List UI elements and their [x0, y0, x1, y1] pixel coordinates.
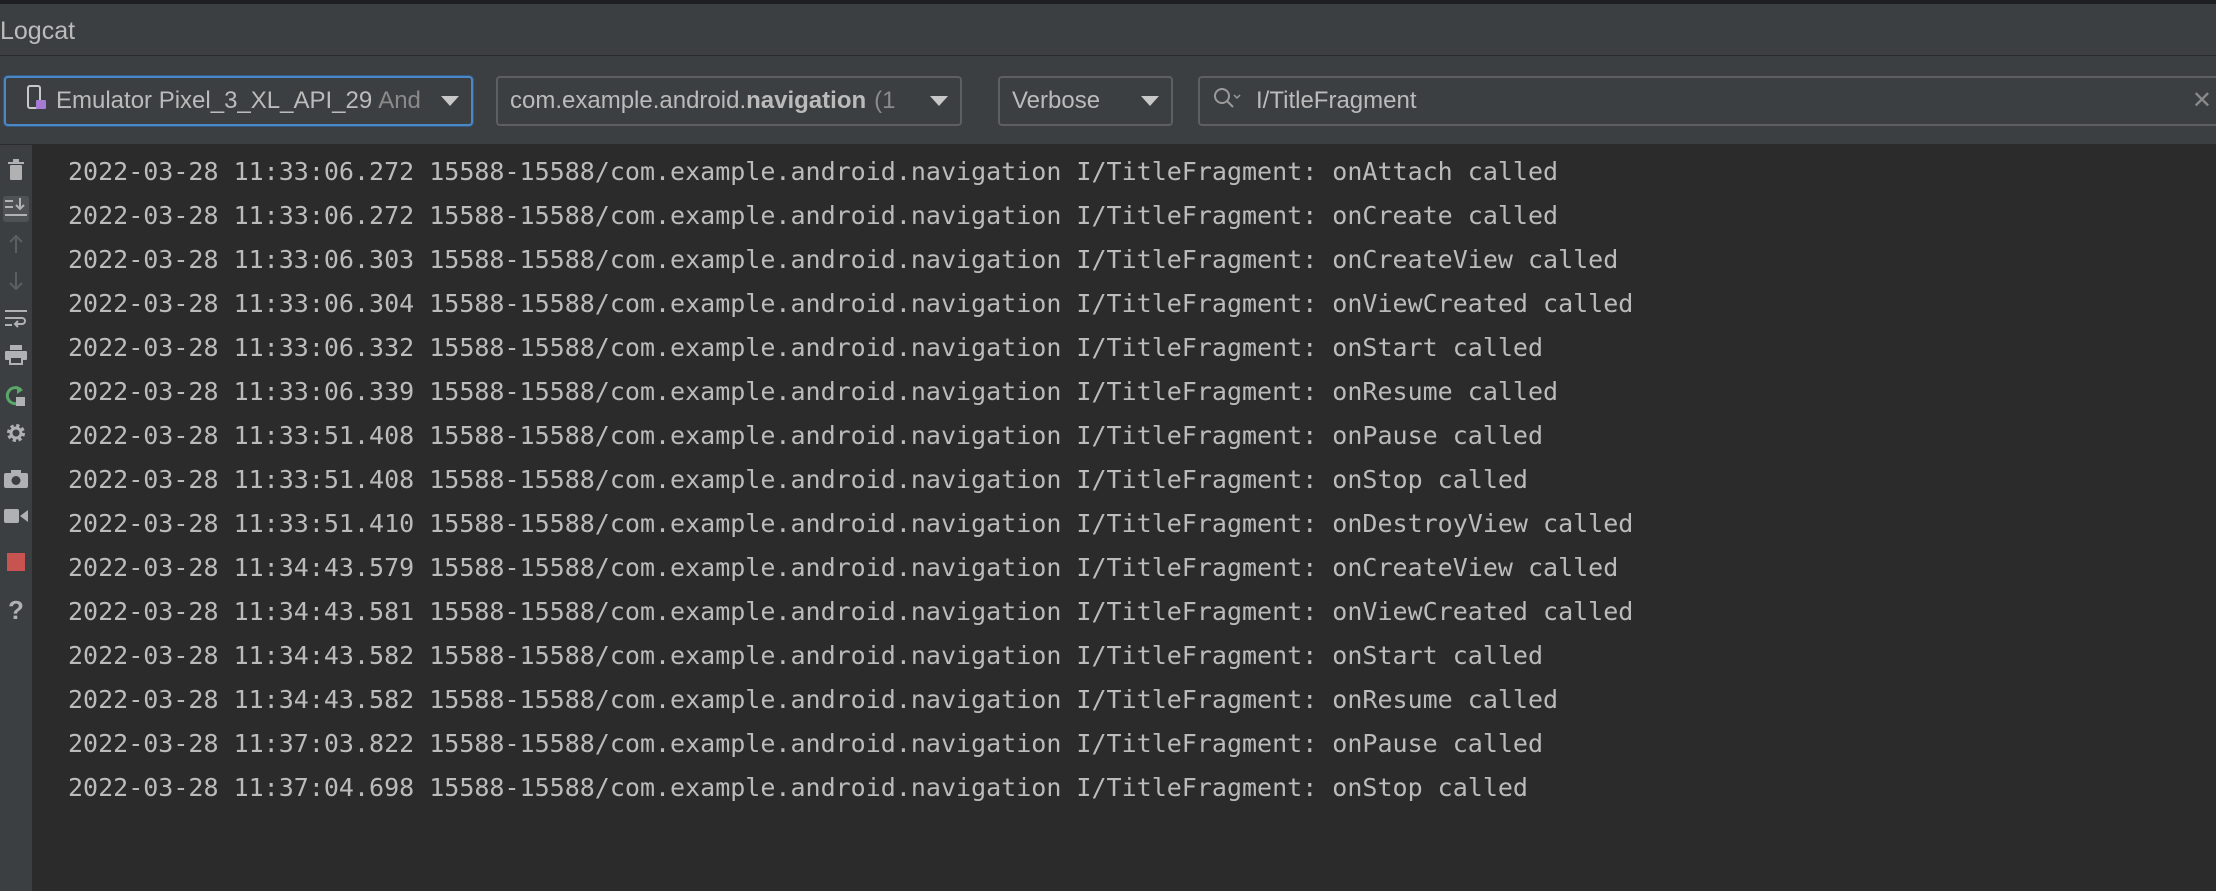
device-name: Emulator Pixel_3_XL_API_29 [56, 87, 373, 114]
screen-capture-button[interactable] [3, 468, 29, 494]
log-line: 2022-03-28 11:33:51.408 15588-15588/com.… [68, 465, 1528, 494]
log-line: 2022-03-28 11:33:51.408 15588-15588/com.… [68, 421, 1544, 450]
stop-button[interactable] [3, 551, 29, 577]
log-line: 2022-03-28 11:34:43.579 15588-15588/com.… [68, 553, 1619, 582]
device-suffix: And [378, 87, 421, 114]
log-level-value: Verbose [1012, 87, 1101, 114]
scroll-to-end-button[interactable] [3, 196, 29, 222]
video-camera-icon [4, 507, 28, 530]
print-icon [5, 344, 27, 370]
log-line: 2022-03-28 11:37:04.698 15588-15588/com.… [68, 773, 1528, 802]
soft-wrap-button[interactable] [3, 307, 29, 333]
trash-icon [6, 158, 26, 186]
panel-title: Logcat [0, 17, 76, 45]
log-line: 2022-03-28 11:34:43.582 15588-15588/com.… [68, 685, 1559, 714]
screen-record-button[interactable] [3, 505, 29, 531]
log-line: 2022-03-28 11:33:06.332 15588-15588/com.… [68, 333, 1544, 362]
logcat-title-bar: Logcat [0, 5, 2216, 56]
log-line: 2022-03-28 11:33:06.272 15588-15588/com.… [68, 201, 1559, 230]
logcat-toolbar: Emulator Pixel_3_XL_API_29 And com.examp… [0, 56, 2216, 145]
log-level-selector[interactable]: Verbose [998, 76, 1173, 126]
chevron-down-icon [1141, 96, 1159, 106]
log-line: 2022-03-28 11:33:06.303 15588-15588/com.… [68, 245, 1619, 274]
logcat-side-toolbar: ? [0, 145, 33, 891]
settings-button[interactable] [3, 422, 29, 448]
log-line: 2022-03-28 11:33:51.410 15588-15588/com.… [68, 509, 1634, 538]
print-button[interactable] [3, 344, 29, 370]
chevron-down-icon [441, 96, 459, 106]
log-line: 2022-03-28 11:33:06.272 15588-15588/com.… [68, 157, 1559, 186]
previous-occurrence-button[interactable] [3, 233, 29, 259]
device-selector[interactable]: Emulator Pixel_3_XL_API_29 And [4, 76, 473, 126]
next-occurrence-button[interactable] [3, 270, 29, 296]
log-line: 2022-03-28 11:34:43.581 15588-15588/com.… [68, 597, 1634, 626]
search-input[interactable]: I/TitleFragment ✕ [1198, 76, 2216, 126]
log-line: 2022-03-28 11:33:06.339 15588-15588/com.… [68, 377, 1559, 406]
stop-icon [6, 552, 26, 577]
process-name: navigation [746, 87, 867, 114]
process-prefix: com.example.android. [510, 87, 747, 114]
log-line: 2022-03-28 11:34:43.582 15588-15588/com.… [68, 641, 1544, 670]
restart-icon [5, 385, 27, 412]
search-icon [1212, 86, 1242, 117]
help-button[interactable]: ? [3, 594, 29, 625]
process-selector[interactable]: com.example.android. navigation (1 [496, 76, 962, 126]
process-pid: (1 [874, 87, 896, 114]
help-icon: ? [8, 594, 24, 625]
phone-device-icon [26, 84, 48, 118]
close-icon[interactable]: ✕ [2192, 86, 2212, 115]
scroll-to-end-icon [5, 197, 27, 222]
camera-icon [4, 469, 28, 494]
restart-button[interactable] [3, 385, 29, 411]
logcat-output[interactable]: 2022-03-28 11:33:06.272 15588-15588/com.… [33, 145, 2216, 891]
soft-wrap-icon [5, 308, 27, 333]
log-lines: 2022-03-28 11:33:06.272 15588-15588/com.… [68, 150, 1633, 810]
down-arrow-icon [7, 271, 25, 296]
log-line: 2022-03-28 11:33:06.304 15588-15588/com.… [68, 289, 1634, 318]
clear-logcat-button[interactable] [3, 158, 29, 186]
up-arrow-icon [7, 234, 25, 259]
search-query: I/TitleFragment [1256, 87, 1417, 114]
chevron-down-icon [930, 96, 948, 106]
log-line: 2022-03-28 11:37:03.822 15588-15588/com.… [68, 729, 1544, 758]
gear-icon [5, 422, 27, 449]
